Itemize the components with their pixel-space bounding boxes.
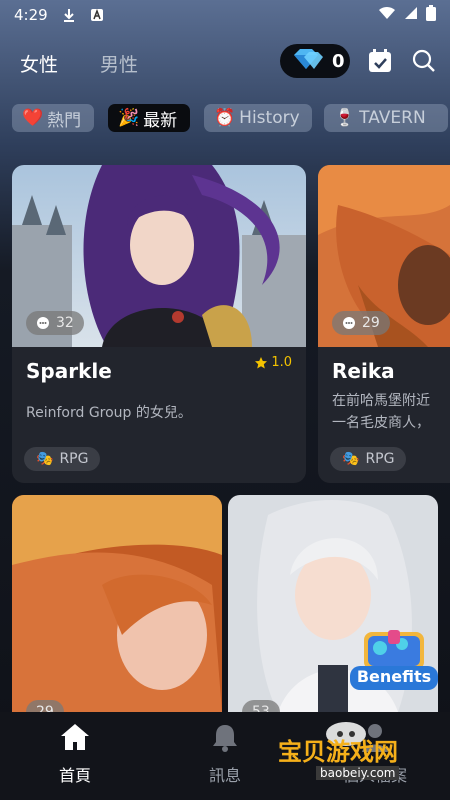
home-icon xyxy=(61,724,89,750)
diamond-balance[interactable]: 0 xyxy=(280,44,350,78)
benefits-label: Benefits xyxy=(356,667,432,686)
character-description-line2: 一名毛皮商人， xyxy=(332,415,430,431)
character-name: Reika xyxy=(332,359,395,383)
watermark-logo: 宝贝游戏网 baobeiy.com xyxy=(278,718,448,788)
watermark-text: 宝贝游戏网 xyxy=(278,738,398,766)
comment-count-badge: 32 xyxy=(26,311,84,335)
diamond-icon xyxy=(290,47,324,75)
benefits-button[interactable]: Benefits xyxy=(350,612,438,692)
filter-hot[interactable]: ❤️ 熱門 xyxy=(12,104,94,132)
filter-newest[interactable]: 🎉 最新 xyxy=(108,104,190,132)
status-bar: 4:29 xyxy=(0,0,450,30)
character-card[interactable]: 29 Reika 在前哈馬堡附近 一名毛皮商人， 🎭 RPG xyxy=(318,165,450,483)
tag-rpg[interactable]: 🎭 RPG xyxy=(330,447,407,471)
top-bar: 女性 男性 0 xyxy=(0,40,450,86)
star-icon xyxy=(255,356,268,368)
rating: 1.0 xyxy=(254,355,292,370)
card-body: Sparkle 1.0 Reinford Group 的女兒。 🎭 RPG xyxy=(12,347,306,483)
nav-home[interactable]: 首頁 xyxy=(25,722,125,786)
character-card[interactable]: 29 xyxy=(12,495,222,712)
alarm-clock-icon: ⏰ xyxy=(214,108,236,128)
tag-rpg[interactable]: 🎭 RPG xyxy=(24,447,101,471)
calendar-check-icon[interactable] xyxy=(366,47,394,75)
card-body: Reika 在前哈馬堡附近 一名毛皮商人， 🎭 RPG xyxy=(318,347,450,483)
search-icon[interactable] xyxy=(410,47,438,75)
heart-icon: ❤️ xyxy=(22,108,44,128)
status-time: 4:29 xyxy=(14,6,48,24)
character-description: Reinford Group 的女兒。 xyxy=(26,405,192,421)
theater-masks-icon: 🎭 xyxy=(36,451,54,467)
filter-history[interactable]: ⏰ History xyxy=(204,104,312,132)
wine-glass-icon: 🍷 xyxy=(334,108,356,128)
tab-female[interactable]: 女性 xyxy=(20,50,58,77)
theater-masks-icon: 🎭 xyxy=(342,451,360,467)
tab-male[interactable]: 男性 xyxy=(100,50,138,77)
signal-icon xyxy=(404,6,418,24)
comment-count-badge: 29 xyxy=(26,700,64,712)
character-description: 在前哈馬堡附近 xyxy=(332,393,430,409)
comment-count-badge: 53 xyxy=(242,700,280,712)
chat-icon xyxy=(37,317,49,329)
chat-icon xyxy=(343,317,355,329)
download-icon xyxy=(62,8,76,22)
watermark-url: baobeiy.com xyxy=(316,766,400,780)
battery-icon xyxy=(426,5,436,25)
character-image xyxy=(12,495,222,712)
wifi-icon xyxy=(378,6,396,24)
party-popper-icon: 🎉 xyxy=(118,108,140,128)
bell-icon xyxy=(213,725,237,752)
character-name: Sparkle xyxy=(26,359,112,383)
character-card[interactable]: 32 Sparkle 1.0 Reinford Group 的女兒。 🎭 RPG xyxy=(12,165,306,483)
comment-count-badge: 29 xyxy=(332,311,390,335)
filter-row: ❤️ 熱門 🎉 最新 ⏰ History 🍷 TAVERN xyxy=(0,104,450,134)
filter-tavern[interactable]: 🍷 TAVERN xyxy=(324,104,448,132)
nav-messages[interactable]: 訊息 xyxy=(175,722,275,786)
diamond-count: 0 xyxy=(332,50,345,72)
font-icon xyxy=(90,8,104,22)
